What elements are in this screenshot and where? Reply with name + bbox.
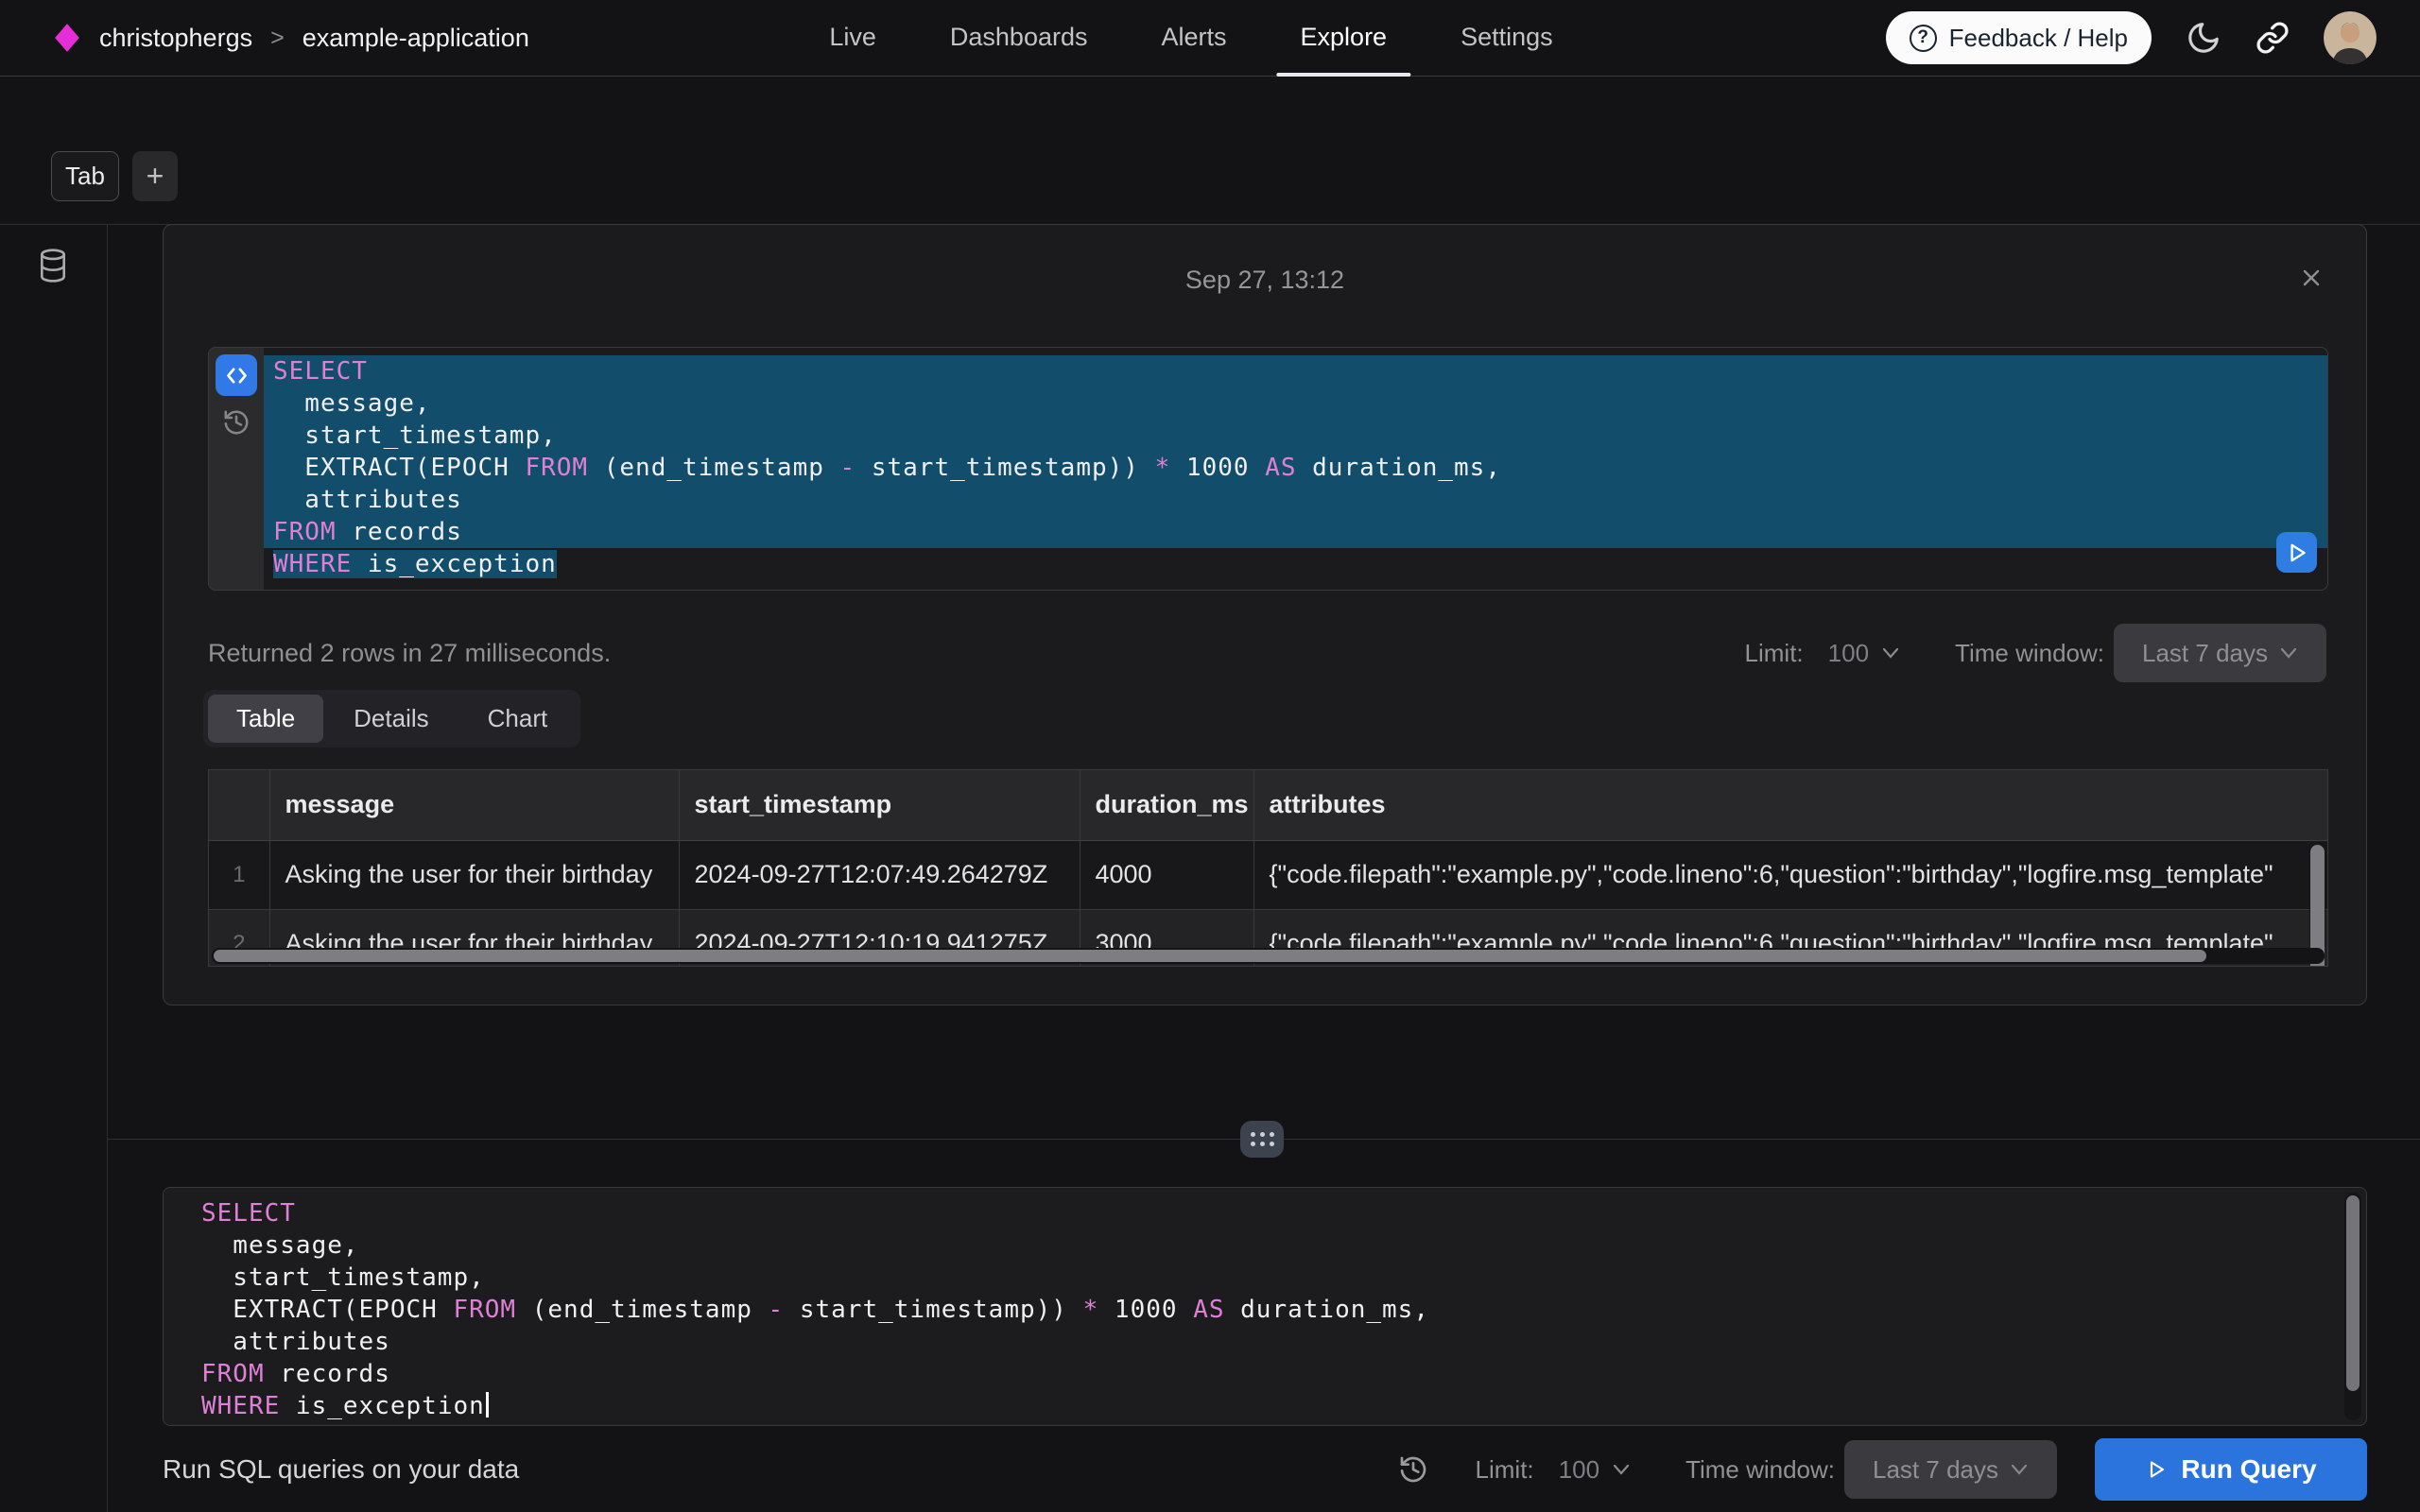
feedback-help-label: Feedback / Help — [1949, 24, 2128, 53]
logfire-logo-icon[interactable] — [53, 23, 81, 53]
breadcrumb-project[interactable]: example-application — [302, 24, 529, 53]
view-tab-table[interactable]: Table — [208, 695, 323, 743]
cell-duration_ms: 4000 — [1080, 840, 1253, 909]
card-sql-code[interactable]: SELECT message, start_timestamp, EXTRACT… — [264, 348, 2327, 590]
chevron-down-icon — [1881, 646, 1900, 660]
chevron-down-icon — [2010, 1463, 2029, 1476]
footer-toolbar: Run SQL queries on your data Limit: 100 … — [108, 1427, 2420, 1512]
database-icon[interactable] — [36, 248, 70, 284]
footer-query-controls: Limit: 100 Time window: Last 7 days Run … — [1398, 1438, 2367, 1501]
time-window-value: Last 7 days — [1873, 1455, 1998, 1485]
view-tab-chart[interactable]: Chart — [459, 695, 577, 743]
nav-live[interactable]: Live — [805, 0, 900, 77]
chevron-down-icon — [2279, 646, 2298, 660]
limit-label: Limit: — [1745, 639, 1804, 668]
query-result-card: Sep 27, 13:12 SELECT message, start_time… — [163, 224, 2367, 1005]
footer-hint: Run SQL queries on your data — [163, 1454, 519, 1485]
link-icon[interactable] — [2256, 21, 2290, 55]
run-query-button[interactable]: Run Query — [2095, 1438, 2367, 1501]
play-icon — [2145, 1458, 2168, 1481]
feedback-help-button[interactable]: ? Feedback / Help — [1886, 11, 2152, 64]
results-thead: messagestart_timestampduration_msattribu… — [209, 770, 2327, 840]
time-window-label: Time window: — [1685, 1455, 1835, 1485]
breadcrumb-separator: > — [270, 25, 285, 52]
nav-explore[interactable]: Explore — [1277, 0, 1411, 77]
code-chevrons-icon[interactable] — [216, 354, 257, 396]
column-header-duration_ms: duration_ms — [1080, 770, 1253, 840]
results-table: messagestart_timestampduration_msattribu… — [208, 769, 2328, 967]
time-window-label: Time window: — [1955, 639, 2104, 668]
table-horizontal-scrollbar — [212, 948, 2325, 964]
code-line: start_timestamp, — [164, 1262, 2366, 1294]
limit-label: Limit: — [1476, 1455, 1534, 1485]
sql-editor[interactable]: SELECT message, start_timestamp, EXTRACT… — [163, 1187, 2367, 1426]
question-circle-icon: ? — [1910, 25, 1937, 52]
add-tab-button[interactable]: + — [132, 151, 178, 201]
card-query-controls: Limit: 100 Time window: Last 7 days — [1745, 624, 2326, 682]
topbar: christophergs > example-application Live… — [0, 0, 2420, 77]
row-number: 1 — [209, 840, 269, 909]
table-hscroll-thumb[interactable] — [214, 950, 2206, 962]
code-line: message, — [264, 387, 2327, 420]
limit-select[interactable]: 100 — [1828, 639, 1900, 668]
table-vertical-scrollbar — [2309, 842, 2325, 947]
code-line: WHERE is_exception — [264, 548, 2327, 580]
code-line: WHERE is_exception — [164, 1390, 2366, 1422]
column-header-message: message — [269, 770, 679, 840]
main-nav: Live Dashboards Alerts Explore Settings — [805, 0, 1576, 77]
run-query-label: Run Query — [2181, 1454, 2316, 1485]
history-icon[interactable] — [222, 408, 251, 437]
column-header-attributes: attributes — [1253, 770, 2327, 840]
breadcrumb-org[interactable]: christophergs — [99, 24, 252, 53]
breadcrumb: christophergs > example-application — [53, 0, 529, 76]
limit-value: 100 — [1559, 1455, 1599, 1485]
avatar[interactable] — [2324, 11, 2377, 64]
tab-button[interactable]: Tab — [51, 151, 119, 201]
editor-vertical-scrollbar — [2344, 1193, 2361, 1420]
code-line: FROM records — [264, 516, 2327, 548]
code-line: FROM records — [164, 1358, 2366, 1390]
limit-value: 100 — [1828, 639, 1869, 668]
sidebar — [0, 225, 108, 1512]
cell-attributes: {"code.filepath":"example.py","code.line… — [1253, 840, 2327, 909]
code-line: attributes — [264, 484, 2327, 516]
card-sql-block: SELECT message, start_timestamp, EXTRACT… — [208, 347, 2328, 591]
close-icon[interactable] — [2298, 265, 2325, 291]
code-line: SELECT — [164, 1197, 2366, 1229]
history-icon[interactable] — [1398, 1454, 1428, 1485]
text-cursor — [486, 1392, 489, 1418]
time-window-select[interactable]: Last 7 days — [2114, 624, 2326, 682]
column-header-start_timestamp: start_timestamp — [679, 770, 1080, 840]
code-line: message, — [164, 1229, 2366, 1262]
cell-start_timestamp: 2024-09-27T12:07:49.264279Z — [679, 840, 1080, 909]
code-line: start_timestamp, — [264, 420, 2327, 452]
moon-icon[interactable] — [2186, 20, 2221, 56]
query-timestamp: Sep 27, 13:12 — [164, 266, 2366, 295]
editor-vscroll-thumb[interactable] — [2346, 1195, 2360, 1391]
code-line: EXTRACT(EPOCH FROM (end_timestamp - star… — [164, 1294, 2366, 1326]
time-window-value: Last 7 days — [2142, 639, 2268, 668]
result-summary: Returned 2 rows in 27 milliseconds. — [208, 639, 611, 668]
limit-select[interactable]: 100 — [1559, 1455, 1631, 1485]
run-inline-button[interactable] — [2276, 532, 2317, 573]
query-meta-row: Returned 2 rows in 27 milliseconds. Limi… — [208, 624, 2326, 682]
splitter-handle[interactable] — [1240, 1121, 1284, 1158]
nav-alerts[interactable]: Alerts — [1137, 0, 1250, 77]
cell-message: Asking the user for their birthday — [269, 840, 679, 909]
table-row[interactable]: 1Asking the user for their birthday2024-… — [209, 840, 2327, 909]
code-line: SELECT — [264, 355, 2327, 387]
code-line: attributes — [164, 1326, 2366, 1358]
view-tab-details[interactable]: Details — [325, 695, 457, 743]
view-tabs: TableDetailsChart — [203, 690, 580, 747]
chevron-down-icon — [1612, 1463, 1631, 1476]
time-window-select[interactable]: Last 7 days — [1844, 1440, 2057, 1499]
sql-gutter — [209, 348, 264, 590]
topbar-right: ? Feedback / Help — [1886, 0, 2377, 76]
editor-sql-code: SELECT message, start_timestamp, EXTRACT… — [164, 1197, 2366, 1422]
nav-settings[interactable]: Settings — [1437, 0, 1577, 77]
nav-dashboards[interactable]: Dashboards — [926, 0, 1112, 77]
column-header-rownum — [209, 770, 269, 840]
table-header-row: messagestart_timestampduration_msattribu… — [209, 770, 2327, 840]
code-line: EXTRACT(EPOCH FROM (end_timestamp - star… — [264, 452, 2327, 484]
